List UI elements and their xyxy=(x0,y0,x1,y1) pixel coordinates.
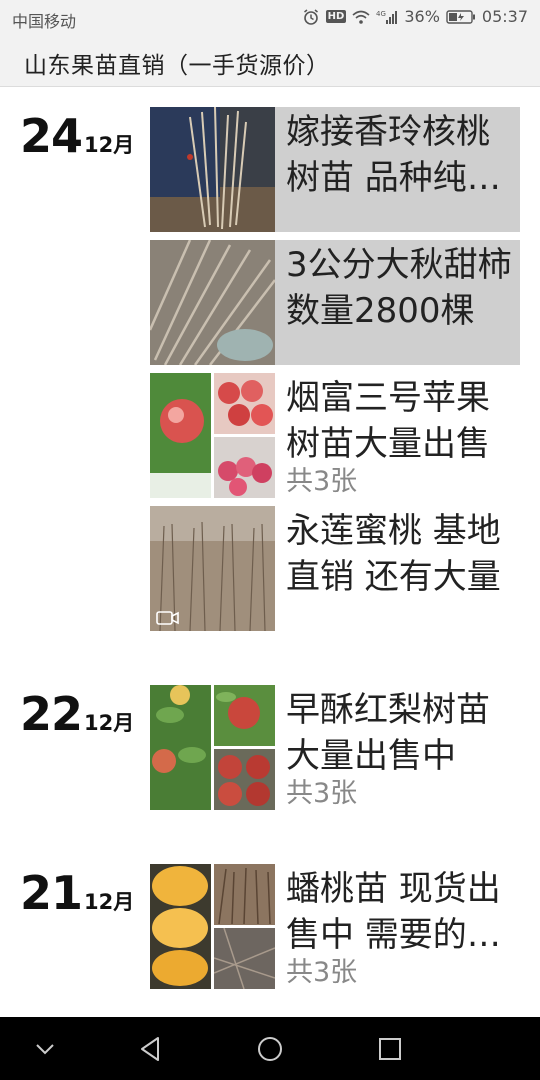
date-month: 12月 xyxy=(84,890,135,914)
post-text: 3公分大秋甜柿数量2800棵 xyxy=(286,245,512,331)
back-triangle-icon xyxy=(141,1037,159,1061)
alarm-icon xyxy=(302,8,320,26)
network-type-label: 4G xyxy=(376,10,386,18)
status-icons: HD 4G 36% 05:37 xyxy=(302,7,528,26)
back-button[interactable] xyxy=(133,1032,167,1066)
thumbnail-image xyxy=(150,685,211,810)
battery-percent: 36% xyxy=(404,7,440,26)
post-text: 烟富三号苹果树苗大量出售 xyxy=(286,378,490,464)
image-count: 共3张 xyxy=(286,778,358,809)
post-item[interactable]: 3公分大秋甜柿数量2800棵 xyxy=(150,240,520,365)
video-icon xyxy=(156,611,179,625)
thumbnail-image xyxy=(150,864,211,989)
home-circle-icon xyxy=(258,1037,282,1061)
post-thumbnail xyxy=(150,240,275,365)
post-item[interactable]: 蟠桃苗 现货出售中 需要的联系 共3张 xyxy=(150,864,520,989)
image-count: 共3张 xyxy=(286,957,358,988)
image-count: 共3张 xyxy=(286,466,358,497)
page-title: 山东果苗直销（一手货源价） xyxy=(24,53,330,79)
date-header: 21 12月 xyxy=(20,866,134,920)
navigation-bar xyxy=(0,1017,540,1080)
post-thumbnail-grid xyxy=(150,685,275,810)
battery-icon xyxy=(446,9,476,24)
thumbnail-image xyxy=(214,749,275,810)
date-day: 24 xyxy=(20,109,83,163)
post-text: 蟠桃苗 现货出售中 需要的联系 xyxy=(286,869,501,955)
date-header: 22 12月 xyxy=(20,687,134,741)
chevron-down-icon xyxy=(36,1044,54,1055)
thumbnail-image xyxy=(214,928,275,989)
post-thumbnail xyxy=(150,506,275,631)
hide-nav-button[interactable] xyxy=(28,1032,62,1066)
post-text: 嫁接香玲核桃树苗 品种纯正 基地直销 xyxy=(286,112,501,198)
home-button[interactable] xyxy=(253,1032,287,1066)
thumbnail-image xyxy=(214,373,275,434)
thumbnail-image xyxy=(214,685,275,746)
timeline[interactable]: 24 12月 嫁接香玲核桃树苗 品种纯正 基地直销 xyxy=(0,87,540,1017)
recents-square-icon xyxy=(379,1038,401,1060)
thumbnail-image xyxy=(214,864,275,925)
post-item[interactable]: 烟富三号苹果树苗大量出售 共3张 xyxy=(150,373,520,498)
thumbnail-image xyxy=(214,437,275,498)
date-month: 12月 xyxy=(84,133,135,157)
wifi-icon xyxy=(352,9,370,25)
status-bar: 中国移动 HD 4G 36% 05:37 xyxy=(0,0,540,36)
post-item[interactable]: 嫁接香玲核桃树苗 品种纯正 基地直销 xyxy=(150,107,520,232)
carrier-label: 中国移动 xyxy=(12,12,77,31)
post-item[interactable]: 永莲蜜桃 基地直销 还有大量 xyxy=(150,506,520,631)
post-thumbnail-grid xyxy=(150,373,275,498)
clock-time: 05:37 xyxy=(481,7,528,26)
app-header: 山东果苗直销（一手货源价） xyxy=(0,36,540,87)
date-header: 24 12月 xyxy=(20,109,134,163)
signal-icon: 4G xyxy=(376,9,398,25)
thumbnail-image xyxy=(150,373,211,498)
hd-icon: HD xyxy=(325,10,347,23)
post-thumbnail xyxy=(150,107,275,232)
recents-button[interactable] xyxy=(373,1032,407,1066)
post-text: 早酥红梨树苗大量出售中 xyxy=(286,690,490,776)
date-day: 21 xyxy=(20,866,83,920)
post-item[interactable]: 早酥红梨树苗大量出售中 共3张 xyxy=(150,685,520,810)
post-text: 永莲蜜桃 基地直销 还有大量 xyxy=(286,511,501,597)
date-day: 22 xyxy=(20,687,83,741)
date-month: 12月 xyxy=(84,711,135,735)
post-thumbnail-grid xyxy=(150,864,275,989)
